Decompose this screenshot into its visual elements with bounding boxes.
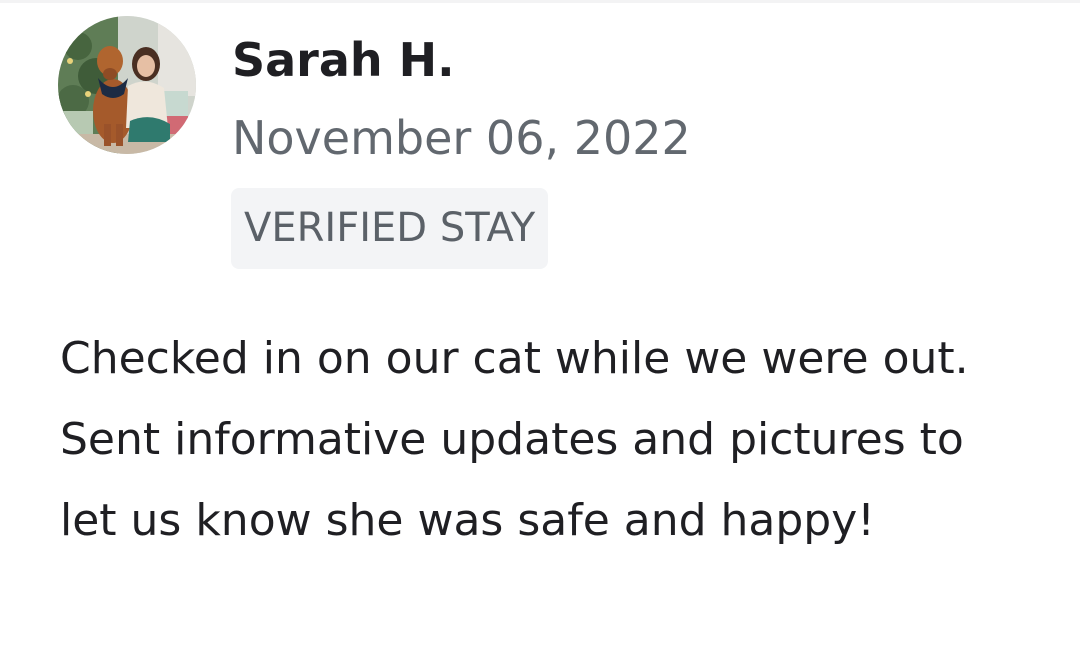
- avatar[interactable]: [58, 16, 196, 154]
- avatar-photo: [58, 16, 196, 154]
- reviewer-name: Sarah H.: [232, 33, 455, 87]
- review-card: Sarah H. November 06, 2022 VERIFIED STAY…: [0, 0, 1080, 672]
- review-date: November 06, 2022: [232, 111, 691, 165]
- review-text: Checked in on our cat while we were out.…: [60, 333, 969, 546]
- verified-stay-badge: VERIFIED STAY: [231, 188, 549, 269]
